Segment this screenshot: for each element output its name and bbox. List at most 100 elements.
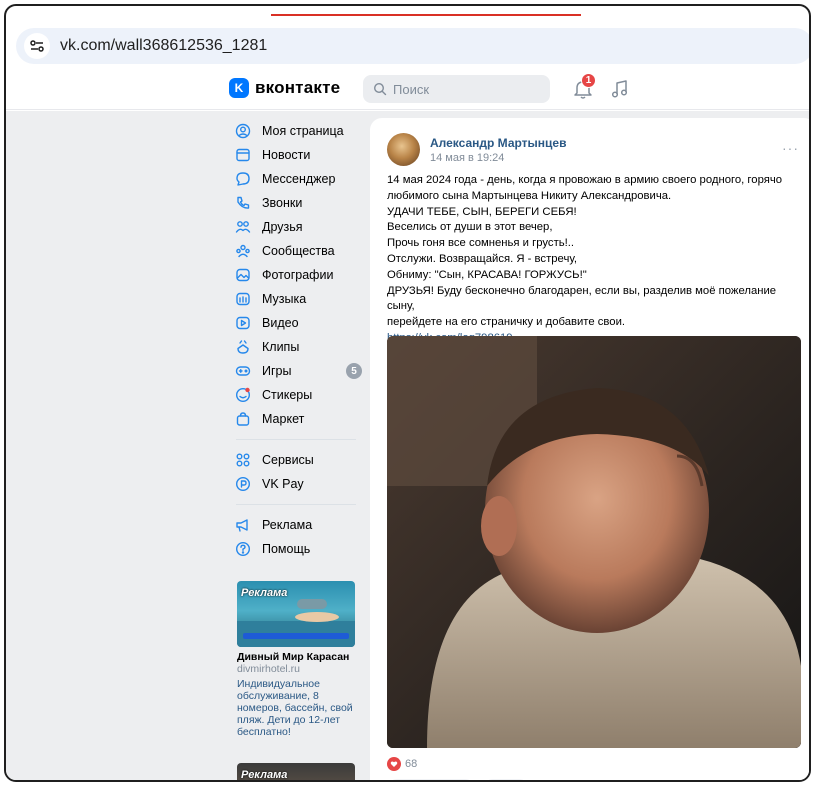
vkpay-icon (235, 476, 251, 492)
sidebar-item-stickers[interactable]: Стикеры (232, 383, 362, 407)
video-icon (236, 316, 250, 330)
sidebar-item-label: Помощь (262, 542, 311, 556)
post-text-line: Веселись от души в этот вечер, (387, 221, 553, 234)
like-count: 68 (405, 758, 418, 770)
sidebar-item-label: Видео (262, 316, 299, 330)
music-note-icon[interactable] (610, 78, 630, 100)
search-input[interactable]: Поиск (363, 75, 550, 103)
sidebar-item-label: Звонки (262, 196, 303, 210)
sidebar-item-label: Друзья (262, 220, 303, 234)
post-text-line: перейдете на его страничку и добавите св… (387, 316, 626, 329)
sidebar-item-label: Клипы (262, 340, 300, 354)
page-load-progress (271, 14, 581, 16)
help-icon (235, 541, 251, 557)
sidebar-item-label: Маркет (262, 412, 305, 426)
sidebar-item-vkpay[interactable]: VK Pay (232, 472, 362, 496)
vk-logo[interactable]: K вконтакте (229, 78, 340, 98)
sidebar-item-phone[interactable]: Звонки (232, 191, 362, 215)
sidebar-item-label: Музыка (262, 292, 307, 306)
sidebar-item-label: Сервисы (262, 453, 314, 467)
ad-domain[interactable]: divmirhotel.ru (237, 663, 355, 675)
address-bar[interactable]: vk.com/wall368612536_1281 (16, 28, 809, 64)
sidebar-item-label: Игры (262, 364, 292, 378)
sidebar-item-games[interactable]: Игры 5 (232, 359, 362, 383)
photos-icon (236, 268, 250, 282)
user-circle-icon (235, 123, 251, 139)
vk-logo-text: вконтакте (255, 78, 341, 97)
tune-icon[interactable] (24, 33, 50, 59)
post-text-line: любимого сына Мартынцева Никиту Александ… (387, 189, 672, 202)
ad-title[interactable]: Дивный Мир Карасан (237, 651, 355, 663)
megaphone-icon (236, 519, 248, 532)
music-icon (236, 292, 250, 306)
ad-description[interactable]: Индивидуальное обслуживание, 8 номеров, … (237, 678, 355, 738)
url-text[interactable]: vk.com/wall368612536_1281 (60, 37, 267, 55)
post-photo-art (387, 336, 801, 748)
sidebar-item-user-circle[interactable]: Моя страница (232, 119, 362, 143)
ad-image[interactable]: Реклама (237, 581, 355, 647)
communities-icon (236, 244, 250, 258)
post-text-line: Отслужи. Возвращайся. Я - встречу, (387, 252, 577, 265)
sidebar-divider (236, 439, 356, 440)
ad-strip (243, 633, 349, 639)
sidebar-item-label: Реклама (262, 518, 313, 532)
sidebar-item-label: Мессенджер (262, 172, 336, 186)
friends-icon (235, 221, 251, 233)
sidebar-item-communities[interactable]: Сообщества (232, 239, 362, 263)
message-icon (236, 172, 250, 186)
ad-image[interactable]: Реклама (237, 763, 355, 781)
sidebar-item-label: Новости (262, 148, 311, 162)
vk-header: K вконтакте Поиск 1 (6, 70, 809, 110)
sidebar-item-clips[interactable]: Клипы (232, 335, 362, 359)
post-text-line: ДРУЗЬЯ! Буду бесконечно благодарен, если… (387, 284, 777, 313)
post-text-line: 14 мая 2024 года - день, когда я провожа… (387, 174, 783, 186)
like-button[interactable]: 68 (387, 757, 417, 771)
sidebar-item-megaphone[interactable]: Реклама (232, 513, 362, 537)
sidebar-item-label: Фотографии (262, 268, 334, 282)
more-options-icon[interactable]: ··· (782, 140, 799, 156)
sidebar-item-label: Моя страница (262, 124, 344, 138)
sidebar-ad-2[interactable]: Реклама (237, 763, 355, 781)
heart-icon (387, 757, 401, 771)
sidebar-item-services[interactable]: Сервисы (232, 448, 362, 472)
sidebar-divider (236, 504, 356, 505)
avatar[interactable] (387, 133, 420, 166)
sidebar-item-news[interactable]: Новости (232, 143, 362, 167)
news-icon (236, 148, 250, 162)
phone-icon (237, 196, 250, 209)
notifications-badge: 1 (581, 73, 596, 88)
sidebar-item-label: Стикеры (262, 388, 313, 402)
clips-icon (237, 340, 249, 354)
post-author[interactable]: Александр Мартынцев (430, 136, 566, 150)
sidebar-item-video[interactable]: Видео (232, 311, 362, 335)
sidebar-item-music[interactable]: Музыка (232, 287, 362, 311)
stickers-icon (235, 387, 251, 403)
market-icon (236, 412, 250, 426)
post-text-line: УДАЧИ ТЕБЕ, СЫН, БЕРЕГИ СЕБЯ! (387, 205, 577, 218)
post-date[interactable]: 14 мая в 19:24 (430, 152, 504, 164)
sidebar-item-label: VK Pay (262, 477, 304, 491)
sidebar-item-help[interactable]: Помощь (232, 537, 362, 561)
search-icon (373, 82, 387, 96)
post-text-line: Обниму: "Сын, КРАСАВА! ГОРЖУСЬ!" (387, 268, 587, 281)
post-text-line: Прочь гоня все сомненья и грусть!.. (387, 237, 575, 250)
games-count-badge: 5 (346, 363, 362, 379)
search-placeholder: Поиск (393, 81, 430, 97)
comment-button[interactable] (387, 779, 475, 780)
sidebar-item-message[interactable]: Мессенджер (232, 167, 362, 191)
post-photo[interactable] (387, 336, 801, 748)
sidebar-ad[interactable]: Реклама Дивный Мир Карасан divmirhotel.r… (237, 581, 355, 738)
sidebar-item-label: Сообщества (262, 244, 335, 258)
share-button[interactable] (483, 779, 529, 780)
services-icon (236, 453, 250, 467)
sidebar-item-photos[interactable]: Фотографии (232, 263, 362, 287)
games-icon (235, 366, 251, 376)
browser-window: vk.com/wall368612536_1281 K вконтакте По… (4, 4, 811, 782)
sidebar-item-market[interactable]: Маркет (232, 407, 362, 431)
ad-label: Реклама (241, 769, 288, 781)
vk-logo-icon: K (229, 78, 249, 98)
wall-post: Александр Мартынцев 14 мая в 19:24 ··· 1… (370, 118, 809, 780)
sidebar-item-friends[interactable]: Друзья (232, 215, 362, 239)
post-text: 14 мая 2024 года - день, когда я провожа… (387, 173, 799, 347)
left-sidebar: Моя страница Новости Мессенджер Звонки Друзь… (232, 119, 362, 561)
